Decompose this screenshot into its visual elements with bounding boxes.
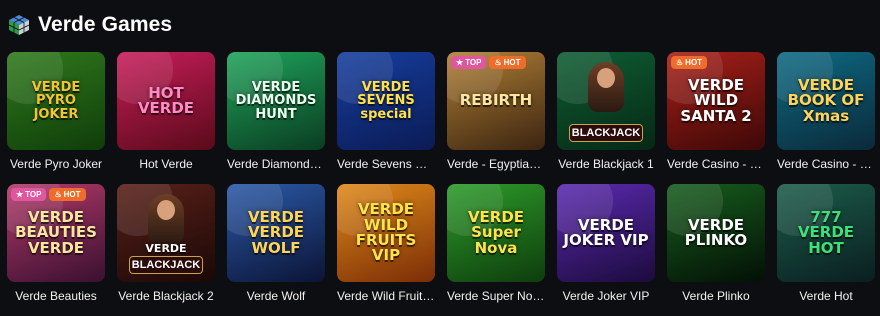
- game-thumbnail[interactable]: VERDE VERDE WOLF: [227, 184, 325, 282]
- game-title[interactable]: Verde Sevens Special: [337, 157, 435, 171]
- badge-label: HOT: [63, 190, 81, 199]
- game-title[interactable]: Verde Wild Fruits VIP: [337, 289, 435, 303]
- star-icon: ★: [456, 58, 464, 67]
- badge-label: HOT: [503, 58, 521, 67]
- game-logo-text: REBIRTH: [459, 91, 533, 110]
- game-title[interactable]: Verde Blackjack 1: [557, 157, 655, 171]
- game-card[interactable]: VERDE WILD SANTA 2 ♨HOT Verde Casino - Wil…: [667, 52, 765, 184]
- star-icon: ★: [16, 190, 24, 199]
- game-logo-text: VERDE VERDE WOLF: [247, 208, 305, 257]
- dealer-figure: [148, 194, 184, 244]
- dealer-figure: [588, 62, 624, 112]
- game-thumbnail[interactable]: 777 VERDE HOT: [777, 184, 875, 282]
- section-header: Verde Games: [8, 12, 172, 38]
- hot-badge: ♨ HOT: [49, 188, 86, 201]
- game-thumbnail[interactable]: VERDE BEAUTIES VERDE ★ TOP ♨ HOT: [7, 184, 105, 282]
- game-thumbnail[interactable]: VERDE BLACKJACK: [117, 184, 215, 282]
- game-card[interactable]: VERDE JOKER VIP Verde Joker VIP: [557, 184, 655, 316]
- game-card[interactable]: VERDE DIAMONDS HUNT Verde Diamonds Hunt: [227, 52, 325, 184]
- game-thumbnail[interactable]: REBIRTH ★ TOP ♨ HOT: [447, 52, 545, 150]
- game-logo-text: VERDE PLINKO: [684, 215, 748, 249]
- game-title[interactable]: Verde Pyro Joker: [7, 157, 105, 171]
- game-title[interactable]: Verde Joker VIP: [557, 289, 655, 303]
- game-title[interactable]: Verde Casino - Wild Santa 2: [667, 157, 765, 171]
- game-card[interactable]: VERDE PYRO JOKER Verde Pyro Joker: [7, 52, 105, 184]
- game-title[interactable]: Hot Verde: [117, 157, 215, 171]
- game-logo-text: 777 VERDE HOT: [797, 208, 855, 257]
- game-thumbnail[interactable]: VERDE SEVENS special: [337, 52, 435, 150]
- game-card[interactable]: VERDE PLINKO Verde Plinko: [667, 184, 765, 316]
- game-card[interactable]: VERDE BOOK OF Xmas Verde Casino - Book of…: [777, 52, 875, 184]
- game-thumbnail[interactable]: BLACKJACK: [557, 52, 655, 150]
- game-thumbnail[interactable]: VERDE PYRO JOKER: [7, 52, 105, 150]
- game-title[interactable]: Verde Wolf: [227, 289, 325, 303]
- game-card[interactable]: VERDE BLACKJACK Verde Blackjack 2: [117, 184, 215, 316]
- badge-label: HOT: [685, 58, 703, 67]
- game-title[interactable]: Verde Hot: [777, 289, 875, 303]
- game-card[interactable]: VERDE VERDE WOLF Verde Wolf: [227, 184, 325, 316]
- game-thumbnail[interactable]: VERDE JOKER VIP: [557, 184, 655, 282]
- badge-label: TOP: [25, 190, 42, 199]
- game-logo-text: VERDE PYRO JOKER: [31, 80, 81, 122]
- badge-group: ♨ HOT: [671, 56, 708, 69]
- game-title[interactable]: Verde Plinko: [667, 289, 765, 303]
- game-card[interactable]: VERDE Super Nova Verde Super Nova: [447, 184, 545, 316]
- flame-icon: ♨: [494, 58, 502, 67]
- game-thumbnail[interactable]: HOT VERDE: [117, 52, 215, 150]
- game-logo-text: VERDE WILD FRUITS VIP: [355, 200, 417, 265]
- badge-group: ★ TOP ♨ HOT: [11, 188, 86, 201]
- game-logo-text: VERDE JOKER VIP: [563, 215, 649, 249]
- game-card[interactable]: REBIRTH★TOP♨HOTVerde - Egyptian Rebirth: [447, 52, 545, 184]
- top-badge: ★ TOP: [11, 188, 47, 201]
- blackjack-plate: BLACKJACK: [569, 124, 643, 142]
- section-title: Verde Games: [38, 13, 173, 36]
- game-thumbnail[interactable]: VERDE DIAMONDS HUNT: [227, 52, 325, 150]
- game-title[interactable]: Verde Super Nova: [447, 289, 545, 303]
- game-title[interactable]: Verde - Egyptian Rebirth: [447, 157, 545, 171]
- badge-group: ★ TOP ♨ HOT: [451, 56, 526, 69]
- game-title[interactable]: Verde Blackjack 2: [117, 289, 215, 303]
- game-thumbnail[interactable]: VERDE WILD FRUITS VIP: [337, 184, 435, 282]
- hot-badge: ♨ HOT: [489, 56, 526, 69]
- game-title[interactable]: Verde Beauties: [7, 289, 105, 303]
- flame-icon: ♨: [676, 58, 684, 67]
- badge-label: TOP: [465, 58, 482, 67]
- rubik-cube-icon: [8, 15, 30, 35]
- hot-badge: ♨ HOT: [671, 56, 708, 69]
- game-card[interactable]: VERDE WILD FRUITS VIP Verde Wild Fruits V…: [337, 184, 435, 316]
- game-card[interactable]: 777 VERDE HOT Verde Hot: [777, 184, 875, 316]
- game-logo-text: VERDE BEAUTIES VERDE: [15, 208, 97, 257]
- game-card[interactable]: HOT VERDE Hot Verde: [117, 52, 215, 184]
- game-logo-text: VERDE WILD SANTA 2: [680, 76, 752, 125]
- flame-icon: ♨: [54, 190, 62, 199]
- game-thumbnail[interactable]: VERDE BOOK OF Xmas: [777, 52, 875, 150]
- game-card[interactable]: VERDE BEAUTIES VERDE ★ TOP ♨ HOT Verde Beauti…: [7, 184, 105, 316]
- blackjack-plate: BLACKJACK: [129, 256, 203, 274]
- top-badge: ★ TOP: [451, 56, 487, 69]
- game-thumbnail[interactable]: VERDE WILD SANTA 2 ♨ HOT: [667, 52, 765, 150]
- game-logo-text: VERDE: [145, 241, 187, 255]
- game-logo-text: VERDE Super Nova: [467, 208, 525, 257]
- game-thumbnail[interactable]: VERDE PLINKO: [667, 184, 765, 282]
- game-logo-text: VERDE SEVENS special: [357, 80, 415, 122]
- game-logo-text: HOT VERDE: [137, 83, 195, 117]
- game-title[interactable]: Verde Diamonds Hunt: [227, 157, 325, 171]
- game-logo-text: VERDE BOOK OF Xmas: [787, 76, 865, 125]
- games-grid: VERDE PYRO JOKER Verde Pyro Joker HOT VERD…: [7, 52, 875, 316]
- game-logo-text: VERDE DIAMONDS HUNT: [235, 80, 317, 122]
- game-card[interactable]: VERDE SEVENS special Verde Sevens Special: [337, 52, 435, 184]
- game-card[interactable]: BLACKJACK Verde Blackjack 1: [557, 52, 655, 184]
- game-thumbnail[interactable]: VERDE Super Nova: [447, 184, 545, 282]
- game-title[interactable]: Verde Casino - Book of Xmas: [777, 157, 875, 171]
